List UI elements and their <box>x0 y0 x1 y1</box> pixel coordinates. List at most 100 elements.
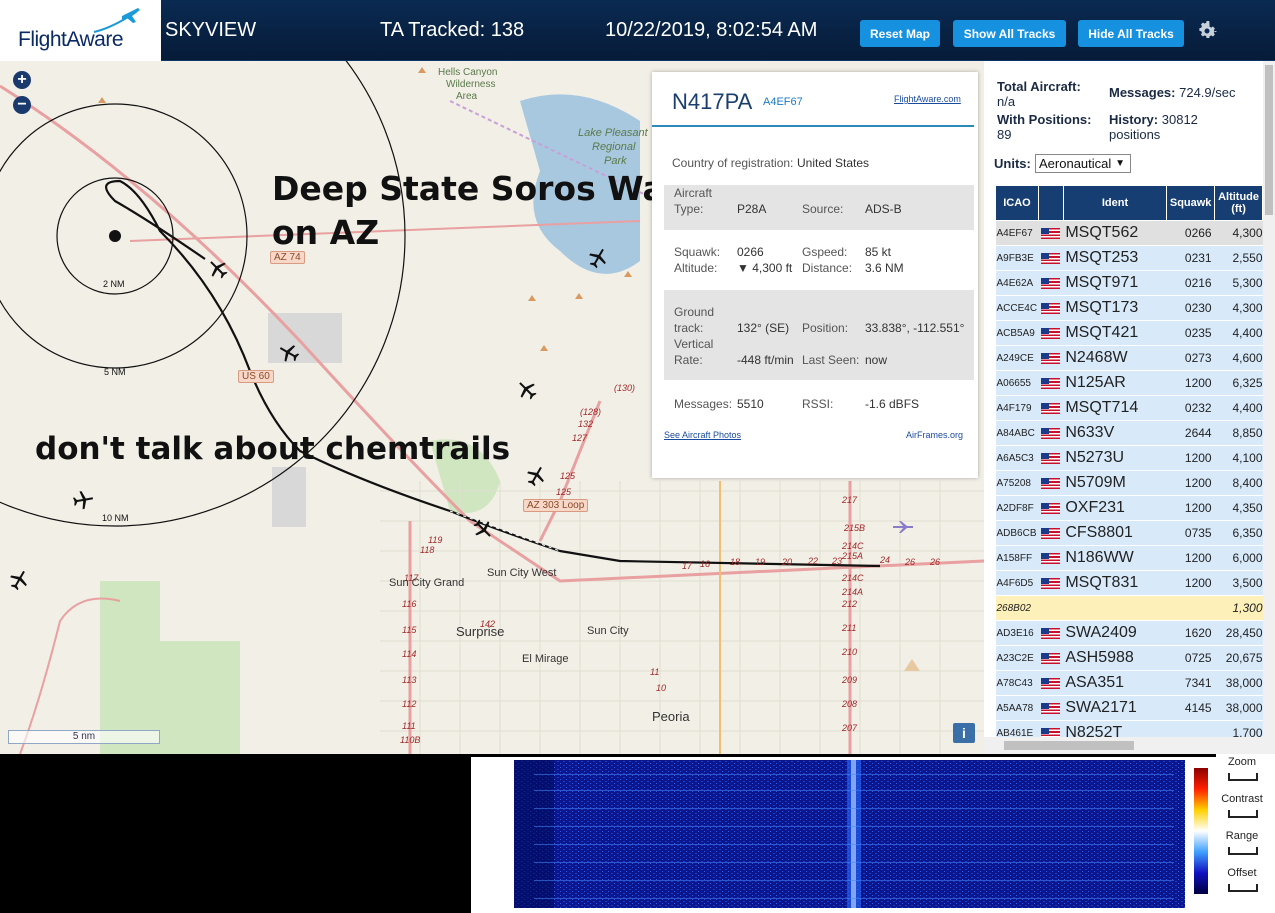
aircraft-ident-cell: MSQT253 <box>1063 245 1167 271</box>
column-header-ident[interactable]: Ident <box>1062 185 1168 221</box>
country-value: United States <box>797 156 870 170</box>
history-stat: History: 30812 positions <box>1109 112 1198 142</box>
aircraft-icon[interactable] <box>277 341 301 365</box>
road-badge: AZ 303 Loop <box>523 499 589 512</box>
aircraft-icao-cell: A158FF <box>995 545 1039 571</box>
aircraft-ident-cell: ASA351 <box>1063 670 1167 696</box>
messages-value: 724.9/sec <box>1179 85 1236 100</box>
aircraft-icon[interactable] <box>71 488 95 512</box>
aircraft-squawk-cell <box>1166 595 1215 621</box>
flightaware-logo[interactable]: FlightAware <box>0 0 161 61</box>
column-header-flag[interactable] <box>1037 185 1064 221</box>
table-row[interactable]: A4F6D5 MSQT831 1200 3,500 <box>995 570 1263 596</box>
aircraft-squawk-cell: 0735 <box>1166 520 1215 546</box>
svg-text:10: 10 <box>656 683 666 693</box>
table-row[interactable]: A06655 N125AR 1200 6,325 <box>995 370 1263 396</box>
zoom-out-button[interactable]: − <box>13 96 31 114</box>
column-header-icao[interactable]: ICAO <box>995 185 1039 221</box>
table-row[interactable]: A4F179 MSQT714 0232 4,400 <box>995 395 1263 421</box>
aircraft-squawk-cell: 0231 <box>1166 245 1215 271</box>
horizontal-scrollbar[interactable] <box>984 737 1275 754</box>
table-row[interactable]: A84ABC N633V 2644 8,850 <box>995 420 1263 446</box>
table-row[interactable]: A23C2E ASH5988 0725 20,675 <box>995 645 1263 671</box>
aircraft-squawk-cell: 0230 <box>1166 295 1215 321</box>
table-row[interactable]: A249CE N2468W 0273 4,600 <box>995 345 1263 371</box>
flag-cell <box>1038 520 1064 546</box>
aircraft-icon[interactable] <box>206 257 230 281</box>
airframes-link[interactable]: AirFrames.org <box>906 430 963 440</box>
aircraft-sidebar: Total Aircraft: n/a Messages: 724.9/sec … <box>984 61 1275 754</box>
contrast-slider[interactable] <box>1228 810 1258 818</box>
svg-text:26: 26 <box>904 557 915 567</box>
offset-slider[interactable] <box>1228 884 1258 892</box>
flag-cell <box>1038 345 1064 371</box>
aircraft-icon[interactable] <box>524 464 548 488</box>
aircraft-icon[interactable] <box>515 378 539 402</box>
total-aircraft-label: Total Aircraft: <box>997 79 1081 94</box>
aircraft-photos-link[interactable]: See Aircraft Photos <box>664 430 741 440</box>
ground-track-label: Ground <box>674 305 715 319</box>
svg-text:22: 22 <box>807 556 818 566</box>
aircraft-icon[interactable] <box>7 568 31 592</box>
svg-text:212: 212 <box>841 599 857 609</box>
aircraft-altitude-cell: 4,100 <box>1214 445 1263 471</box>
table-row[interactable]: 268B02 1,300 <box>995 595 1263 621</box>
aircraft-ident-cell: SWA2409 <box>1063 620 1167 646</box>
map-label: Sun City <box>587 625 629 637</box>
aircraft-squawk-cell: 0266 <box>1166 220 1215 246</box>
info-button[interactable]: i <box>953 723 975 743</box>
aircraft-icon[interactable] <box>471 517 495 541</box>
aircraft-squawk-cell: 1200 <box>1166 495 1215 521</box>
vertical-scrollbar[interactable] <box>1263 61 1275 737</box>
spectrogram-colorbar <box>1194 768 1208 894</box>
zoom-label: Zoom <box>1227 756 1257 768</box>
aircraft-table-body: A4EF67 MSQT562 0266 4,300 A9FB3E MSQT253 0231 2… <box>995 220 1263 746</box>
gear-icon[interactable] <box>1195 19 1219 43</box>
tracked-count: TA Tracked: 138 <box>380 19 525 41</box>
range-slider[interactable] <box>1228 847 1258 855</box>
aircraft-altitude-cell: 38,000 <box>1214 670 1263 696</box>
zoom-slider[interactable] <box>1228 773 1258 781</box>
zoom-in-button[interactable]: + <box>13 71 31 89</box>
table-row[interactable]: A158FF N186WW 1200 6,000 <box>995 545 1263 571</box>
flag-cell <box>1038 370 1064 396</box>
column-header-altitude[interactable]: Altitude (ft) <box>1214 185 1263 221</box>
show-all-tracks-button[interactable]: Show All Tracks <box>953 20 1066 47</box>
aircraft-squawk-cell: 0232 <box>1166 395 1215 421</box>
scrollbar-thumb[interactable] <box>1004 741 1134 750</box>
range-ring-label: 10 NM <box>102 513 129 523</box>
table-row[interactable]: A75208 N5709M 1200 8,400 <box>995 470 1263 496</box>
scrollbar-thumb[interactable] <box>1265 65 1273 215</box>
table-row[interactable]: ADB6CB CFS8801 0735 6,350 <box>995 520 1263 546</box>
reset-map-button[interactable]: Reset Map <box>860 20 940 47</box>
table-row[interactable]: A6A5C3 N5273U 1200 4,100 <box>995 445 1263 471</box>
total-aircraft-stat: Total Aircraft: n/a <box>997 79 1081 109</box>
range-ring-5nm <box>0 103 248 369</box>
table-row[interactable]: A4E62A MSQT971 0216 5,300 <box>995 270 1263 296</box>
aircraft-icon[interactable] <box>586 246 610 270</box>
flag-cell <box>1038 270 1064 296</box>
hide-all-tracks-button[interactable]: Hide All Tracks <box>1078 20 1184 47</box>
flag-cell <box>1038 445 1064 471</box>
svg-text:114: 114 <box>402 649 416 659</box>
popup-registration: N417PA <box>672 89 753 114</box>
table-row[interactable]: A78C43 ASA351 7341 38,000 <box>995 670 1263 696</box>
aircraft-icao-cell: 268B02 <box>995 595 1039 621</box>
table-row[interactable]: A9FB3E MSQT253 0231 2,550 <box>995 245 1263 271</box>
flightaware-link[interactable]: FlightAware.com <box>894 94 961 104</box>
aircraft-ident-cell: MSQT971 <box>1063 270 1167 296</box>
flag-cell <box>1038 495 1064 521</box>
svg-text:115: 115 <box>402 625 417 635</box>
units-select[interactable]: Aeronautical ▼ <box>1035 154 1131 173</box>
table-row[interactable]: A4EF67 MSQT562 0266 4,300 <box>995 220 1263 246</box>
aircraft-squawk-cell: 0725 <box>1166 645 1215 671</box>
table-row[interactable]: A5AA78 SWA2171 4145 38,000 <box>995 695 1263 721</box>
table-row[interactable]: ACCE4C MSQT173 0230 4,300 <box>995 295 1263 321</box>
country-label: Country of registration: <box>672 156 794 170</box>
svg-text:215A: 215A <box>841 551 863 561</box>
table-row[interactable]: A2DF8F OXF231 1200 4,350 <box>995 495 1263 521</box>
table-row[interactable]: AD3E16 SWA2409 1620 28,450 <box>995 620 1263 646</box>
table-row[interactable]: ACB5A9 MSQT421 0235 4,400 <box>995 320 1263 346</box>
range-ring-label: 5 NM <box>104 367 126 377</box>
column-header-squawk[interactable]: Squawk <box>1166 185 1216 221</box>
